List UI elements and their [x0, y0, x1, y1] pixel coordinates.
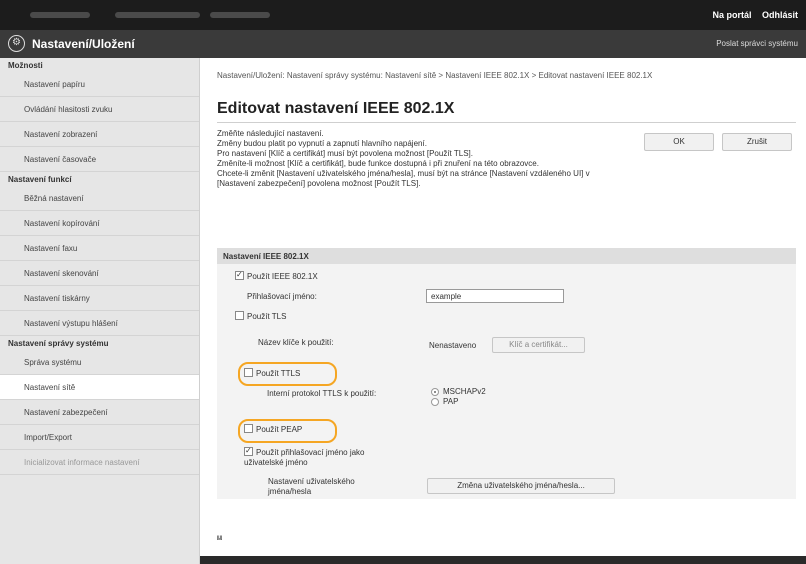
sidebar-item-fax[interactable]: Nastavení faxu — [0, 236, 199, 261]
blurred-text — [115, 12, 200, 18]
use-tls-row: Použít TLS — [235, 311, 287, 322]
login-label: Přihlašovací jméno: — [247, 292, 317, 301]
pap-radio-row: PAP — [431, 397, 458, 407]
pap-radio[interactable] — [431, 397, 439, 406]
sidebar-item-display[interactable]: Nastavení zobrazení — [0, 122, 199, 147]
instruction-line: Změňte následující nastavení. — [217, 129, 324, 138]
sidebar-item-copy[interactable]: Nastavení kopírování — [0, 211, 199, 236]
footer-bar — [200, 556, 806, 564]
sidebar-item-common[interactable]: Běžná nastavení — [0, 186, 199, 211]
sidebar-item-system-management[interactable]: Správa systému — [0, 350, 199, 375]
blurred-text — [210, 12, 270, 18]
breadcrumb: Nastavení/Uložení: Nastavení správy syst… — [217, 71, 653, 80]
instruction-line: Změníte-li možnost [Klíč a certifikát], … — [217, 159, 539, 168]
instructions: Změňte následující nastavení. Změny budo… — [217, 129, 627, 189]
sidebar-item-volume[interactable]: Ovládání hlasitosti zvuku — [0, 97, 199, 122]
page-title: Editovat nastavení IEEE 802.1X — [217, 100, 455, 117]
sidebar-item-network[interactable]: Nastavení sítě — [0, 375, 199, 400]
use-ieee-checkbox[interactable] — [235, 270, 244, 281]
login-name-input[interactable]: example — [426, 289, 564, 303]
mail-admin-link[interactable]: Poslat správci systému — [716, 39, 798, 48]
sidebar-section-preferences: Možnosti — [8, 61, 43, 70]
key-label: Název klíče k použití: — [258, 338, 334, 347]
blurred-text — [30, 12, 90, 18]
use-ieee-label: Použít IEEE 802.1X — [247, 272, 318, 281]
instruction-line: Chcete-li změnit [Nastavení uživatelskéh… — [217, 169, 590, 188]
use-login-row: Použít přihlašovací jméno jako uživatels… — [244, 446, 404, 468]
ttls-protocol-label: Interní protokol TTLS k použití: — [267, 389, 377, 398]
sidebar-item-timer[interactable]: Nastavení časovače — [0, 147, 199, 172]
section-header: Nastavení IEEE 802.1X — [217, 248, 796, 264]
sidebar-item-printer[interactable]: Nastavení tiskárny — [0, 286, 199, 311]
peap-highlight — [238, 419, 337, 443]
sidebar-item-scan[interactable]: Nastavení skenování — [0, 261, 199, 286]
top-bar: Na portál Odhlásit — [0, 0, 806, 30]
sidebar: Možnosti Nastavení papíru Ovládání hlasi… — [0, 58, 200, 564]
app-title: Nastavení/Uložení — [32, 37, 135, 51]
settings-logo-icon: ⚙ — [8, 35, 25, 52]
ttls-highlight — [238, 362, 337, 386]
back-to-top-icon[interactable]: ⩏ — [217, 532, 222, 543]
use-login-checkbox[interactable] — [244, 446, 253, 457]
sidebar-item-report[interactable]: Nastavení výstupu hlášení — [0, 311, 199, 336]
top-links: Na portál Odhlásit — [704, 10, 798, 20]
sidebar-item-paper[interactable]: Nastavení papíru — [0, 72, 199, 97]
use-tls-label: Použít TLS — [247, 312, 287, 321]
logout-link[interactable]: Odhlásit — [762, 10, 798, 20]
use-login-label: Použít přihlašovací jméno jako uživatels… — [244, 448, 365, 467]
sidebar-item-initialize[interactable]: Inicializovat informace nastavení — [0, 450, 199, 475]
change-userpass-button[interactable]: Změna uživatelského jména/hesla... — [427, 478, 615, 494]
main-content: Nastavení/Uložení: Nastavení správy syst… — [200, 58, 806, 564]
instruction-line: Pro nastavení [Klíč a certifikát] musí b… — [217, 149, 473, 158]
userpass-label: Nastavení uživatelského jména/hesla — [268, 477, 355, 496]
instruction-line: Změny budou platit po vypnutí a zapnutí … — [217, 139, 427, 148]
sidebar-section-management: Nastavení správy systému — [8, 339, 109, 348]
sidebar-section-function: Nastavení funkcí — [8, 175, 72, 184]
mschapv2-label: MSCHAPv2 — [443, 387, 486, 396]
use-tls-checkbox[interactable] — [235, 311, 244, 321]
sidebar-item-import-export[interactable]: Import/Export — [0, 425, 199, 450]
key-status: Nenastaveno — [429, 341, 477, 350]
sidebar-item-security[interactable]: Nastavení zabezpečení — [0, 400, 199, 425]
cancel-button[interactable]: Zrušit — [722, 133, 792, 151]
portal-link[interactable]: Na portál — [712, 10, 751, 20]
ok-button[interactable]: OK — [644, 133, 714, 151]
key-certificate-button[interactable]: Klíč a certifikát... — [492, 337, 585, 353]
mschapv2-radio[interactable] — [431, 387, 439, 396]
app-header: ⚙ Nastavení/Uložení Poslat správci systé… — [0, 30, 806, 58]
use-ieee-row: Použít IEEE 802.1X — [235, 270, 318, 282]
divider — [217, 122, 796, 123]
pap-label: PAP — [443, 397, 459, 406]
mschapv2-radio-row: MSCHAPv2 — [431, 387, 486, 397]
